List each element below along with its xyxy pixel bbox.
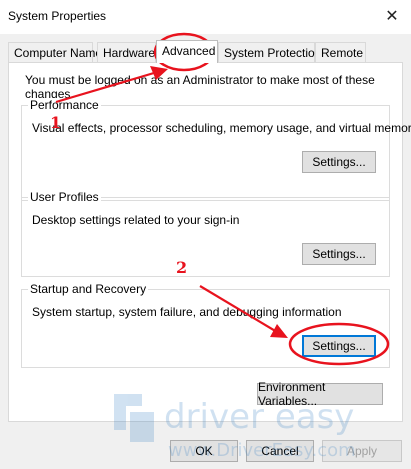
tab-computer-name[interactable]: Computer Name xyxy=(8,42,102,62)
user-profiles-title: User Profiles xyxy=(28,190,101,204)
ok-button[interactable]: OK xyxy=(170,440,238,462)
apply-button[interactable]: Apply xyxy=(322,440,402,462)
performance-group: Performance Visual effects, processor sc… xyxy=(21,98,411,201)
user-profiles-group: User Profiles Desktop settings related t… xyxy=(21,190,390,277)
cancel-button[interactable]: Cancel xyxy=(246,440,314,462)
startup-recovery-title: Startup and Recovery xyxy=(28,282,149,296)
tab-hardware[interactable]: Hardware xyxy=(97,42,156,62)
startup-recovery-settings-button[interactable]: Settings... xyxy=(302,335,376,357)
tab-remote[interactable]: Remote xyxy=(315,42,366,62)
user-profiles-settings-button[interactable]: Settings... xyxy=(302,243,376,265)
tab-system-protection[interactable]: System Protection xyxy=(218,42,321,62)
performance-title: Performance xyxy=(28,98,101,112)
admin-note: You must be logged on as an Administrato… xyxy=(25,73,375,101)
window-title: System Properties xyxy=(8,9,107,23)
startup-recovery-group: Startup and Recovery System startup, sys… xyxy=(21,282,390,368)
close-icon[interactable]: ✕ xyxy=(379,4,405,28)
tab-advanced[interactable]: Advanced xyxy=(156,40,218,63)
title-bar: System Properties ✕ xyxy=(0,0,411,34)
user-profiles-description: Desktop settings related to your sign-in xyxy=(32,213,240,227)
performance-description: Visual effects, processor scheduling, me… xyxy=(32,121,411,135)
performance-settings-button[interactable]: Settings... xyxy=(302,151,376,173)
dialog-footer: OK Cancel Apply xyxy=(0,430,411,469)
startup-recovery-description: System startup, system failure, and debu… xyxy=(32,305,342,319)
system-properties-window: System Properties ✕ Computer Name Hardwa… xyxy=(0,0,411,469)
environment-variables-button[interactable]: Environment Variables... xyxy=(257,380,383,408)
advanced-tab-panel: You must be logged on as an Administrato… xyxy=(8,62,411,422)
